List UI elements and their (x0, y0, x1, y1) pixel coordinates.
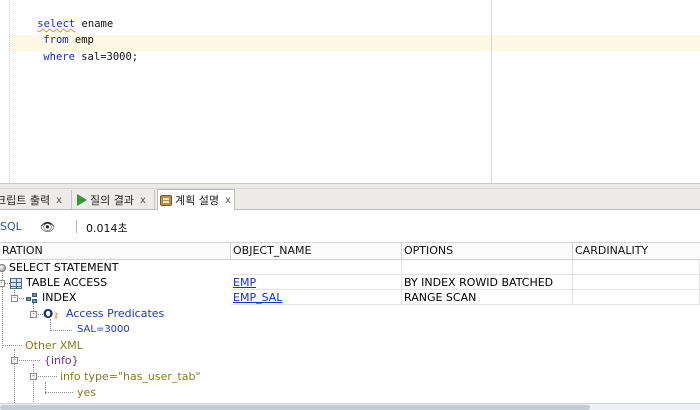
cell-options (402, 260, 573, 275)
collapse-toggle-icon[interactable]: - (30, 311, 37, 318)
cell-cardinality (573, 260, 700, 275)
code-line-3[interactable]: where sal=3000; (18, 36, 138, 78)
elapsed-time: 0.014초 (86, 222, 128, 235)
tree-node-select-statement[interactable]: SELECT STATEMENT (9, 260, 118, 275)
collapse-toggle-icon[interactable]: - (11, 357, 18, 364)
keyword-where: where (43, 51, 75, 63)
editor-right-margin (491, 0, 492, 183)
column-header-object-name[interactable]: OBJECT_NAME (231, 243, 402, 260)
object-link-emp-sal[interactable]: EMP_SAL (233, 291, 282, 304)
run-play-icon (77, 194, 87, 206)
plan-toolbar: SQL 👁 0.014초 (0, 210, 700, 243)
cell-options: BY INDEX ROWID BATCHED (402, 275, 573, 290)
tree-node-access-predicates[interactable]: Access Predicates (66, 306, 164, 321)
column-header-operation[interactable]: RATION (0, 243, 231, 260)
plan-grid-header: RATION OBJECT_NAME OPTIONS CARDINALITY (0, 243, 700, 260)
binoculars-icon[interactable]: 👁 (40, 220, 55, 234)
index-icon (26, 293, 39, 304)
cell-object-name (231, 260, 402, 275)
results-tabbar: 크립트 출력 x 질의 결과 x 계획 설명 x (0, 189, 700, 210)
tree-node-index[interactable]: INDEX (42, 290, 76, 305)
tab-label: 크립트 출력 (0, 194, 51, 207)
tree-node-info-type[interactable]: info type="has_user_tab" (60, 369, 201, 384)
tree-node-yes[interactable]: yes (77, 385, 96, 400)
toolbar-separator (76, 220, 77, 233)
plan-grid: EMP BY INDEX ROWID BATCHED EMP_SAL RANGE… (0, 260, 700, 403)
editor-gutter-guide (9, 0, 10, 183)
filter-predicate-icon: O (43, 307, 54, 321)
tree-node-predicate[interactable]: SAL=3000 (77, 322, 130, 337)
object-link-emp[interactable]: EMP (233, 276, 256, 289)
tab-label: 질의 결과 (90, 194, 134, 207)
tree-guide (45, 392, 73, 393)
column-header-cardinality[interactable]: CARDINALITY (573, 243, 700, 260)
sql-link[interactable]: SQL (0, 220, 22, 233)
close-icon[interactable]: x (56, 195, 62, 206)
cell-object-name[interactable]: EMP (231, 275, 402, 290)
tab-script-output[interactable]: 크립트 출력 x (0, 190, 72, 210)
cell-options: RANGE SCAN (402, 290, 573, 305)
close-icon[interactable]: x (225, 195, 231, 206)
close-icon[interactable]: x (140, 195, 146, 206)
scrollbar-thumb[interactable] (0, 405, 590, 410)
tab-explain-plan[interactable]: 계획 설명 x (157, 189, 235, 210)
tree-guide (50, 330, 72, 331)
select-statement-icon (0, 264, 6, 272)
tree-node-info[interactable]: {info} (44, 353, 79, 368)
tab-query-result[interactable]: 질의 결과 x (75, 190, 155, 210)
tab-label: 계획 설명 (175, 194, 219, 207)
cell-cardinality (573, 290, 700, 305)
explain-plan-icon (160, 194, 172, 206)
collapse-toggle-icon[interactable]: - (30, 373, 37, 380)
table-icon (10, 278, 22, 289)
tree-guide (2, 345, 22, 346)
tree-node-table-access[interactable]: TABLE ACCESS (26, 275, 107, 290)
collapse-toggle-icon[interactable]: - (11, 295, 18, 302)
horizontal-scrollbar[interactable] (0, 403, 700, 410)
column-header-options[interactable]: OPTIONS (402, 243, 573, 260)
tree-node-other-xml[interactable]: Other XML (25, 338, 83, 353)
collapse-toggle-icon[interactable]: - (0, 280, 5, 287)
cell-object-name[interactable]: EMP_SAL (231, 290, 402, 305)
cell-cardinality (573, 275, 700, 290)
key-icon: ⚷ (53, 311, 59, 320)
tree-guide (33, 364, 34, 403)
code-text: sal=3000; (74, 51, 139, 63)
sql-editor[interactable]: select ename from emp where sal=3000; (0, 0, 700, 183)
